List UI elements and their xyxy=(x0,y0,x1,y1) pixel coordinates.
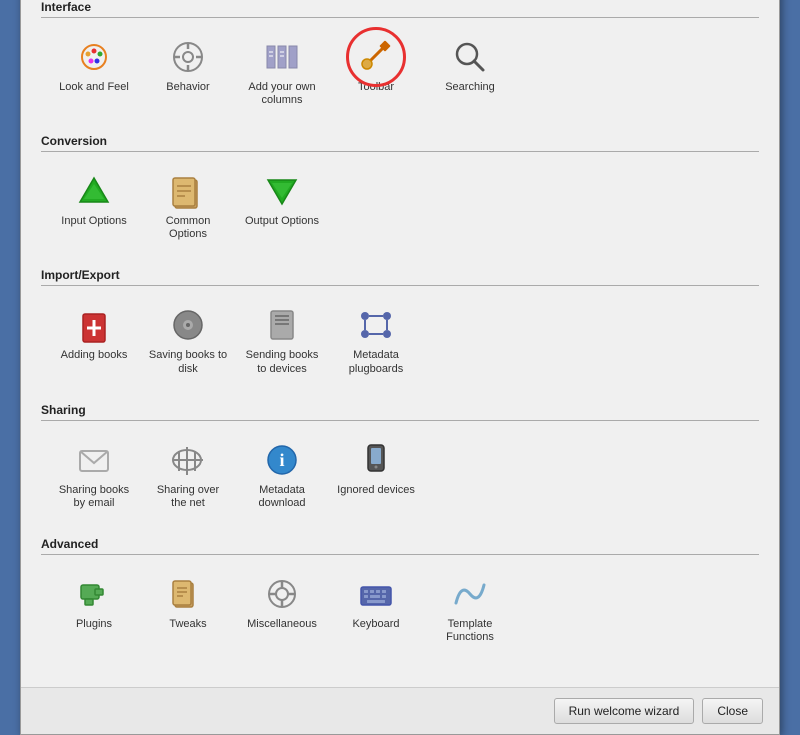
close-button[interactable]: Close xyxy=(702,698,763,724)
pref-icon-adding-books xyxy=(74,305,114,345)
pref-item-template-functions[interactable]: Template Functions xyxy=(425,567,515,651)
section-header-import-export: Import/Export xyxy=(41,268,759,286)
pref-item-input-options[interactable]: Input Options xyxy=(49,164,139,248)
pref-label-behavior: Behavior xyxy=(166,81,209,94)
pref-item-output-options[interactable]: Output Options xyxy=(237,164,327,248)
preferences-window: 📚 calibre - Preferences ? ✕ 📚 Preference… xyxy=(20,0,780,735)
pref-icon-tweaks xyxy=(168,574,208,614)
pref-item-tweaks[interactable]: Tweaks xyxy=(143,567,233,651)
sections-container: Interface Look and Feel Behavior Add your o… xyxy=(41,0,759,655)
section-interface: Interface Look and Feel Behavior Add your o… xyxy=(41,0,759,118)
pref-icon-template-functions xyxy=(450,574,490,614)
pref-icon-miscellaneous xyxy=(262,574,302,614)
pref-item-toolbar[interactable]: Toolbar xyxy=(331,30,421,114)
svg-text:i: i xyxy=(279,450,284,470)
pref-label-ignored-devices: Ignored devices xyxy=(337,484,415,497)
section-header-advanced: Advanced xyxy=(41,537,759,555)
section-sharing: Sharing Sharing books by email Sharing ove… xyxy=(41,403,759,521)
section-items-import-export: Adding books Saving books to disk Sending … xyxy=(41,294,759,386)
pref-label-saving-books-to-disk: Saving books to disk xyxy=(148,349,228,375)
pref-label-plugins: Plugins xyxy=(76,618,112,631)
pref-item-common-options[interactable]: Common Options xyxy=(143,164,233,248)
pref-item-ignored-devices[interactable]: Ignored devices xyxy=(331,433,421,517)
pref-item-plugins[interactable]: Plugins xyxy=(49,567,139,651)
pref-label-look-and-feel: Look and Feel xyxy=(59,81,129,94)
pref-icon-searching xyxy=(450,37,490,77)
pref-item-sharing-books-by-email[interactable]: Sharing books by email xyxy=(49,433,139,517)
section-items-conversion: Input Options Common Options Output Option… xyxy=(41,160,759,252)
pref-label-template-functions: Template Functions xyxy=(430,618,510,644)
pref-item-behavior[interactable]: Behavior xyxy=(143,30,233,114)
pref-item-adding-books[interactable]: Adding books xyxy=(49,298,139,382)
pref-icon-sending-books-to-devices xyxy=(262,305,302,345)
pref-label-adding-books: Adding books xyxy=(61,349,128,362)
pref-item-sharing-over-the-net[interactable]: Sharing over the net xyxy=(143,433,233,517)
pref-item-add-own-columns[interactable]: Add your own columns xyxy=(237,30,327,114)
pref-item-miscellaneous[interactable]: Miscellaneous xyxy=(237,567,327,651)
pref-item-searching[interactable]: Searching xyxy=(425,30,515,114)
pref-icon-saving-books-to-disk xyxy=(168,305,208,345)
pref-icon-keyboard xyxy=(356,574,396,614)
pref-icon-input-options xyxy=(74,171,114,211)
pref-icon-toolbar xyxy=(356,37,396,77)
pref-item-metadata-plugboards[interactable]: Metadata plugboards xyxy=(331,298,421,382)
main-content: 📚 Preferences calibre version 2.29.0 cre… xyxy=(21,0,779,687)
section-items-advanced: Plugins Tweaks Miscellaneous Keyboard Templa… xyxy=(41,563,759,655)
pref-label-add-own-columns: Add your own columns xyxy=(242,81,322,107)
pref-icon-add-own-columns xyxy=(262,37,302,77)
pref-label-metadata-download: Metadata download xyxy=(242,484,322,510)
pref-label-searching: Searching xyxy=(445,81,495,94)
section-header-sharing: Sharing xyxy=(41,403,759,421)
pref-icon-sharing-books-by-email xyxy=(74,440,114,480)
pref-label-tweaks: Tweaks xyxy=(169,618,206,631)
pref-item-metadata-download[interactable]: i Metadata download xyxy=(237,433,327,517)
section-header-conversion: Conversion xyxy=(41,134,759,152)
footer: Run welcome wizard Close xyxy=(21,687,779,734)
pref-icon-look-and-feel xyxy=(74,37,114,77)
pref-item-saving-books-to-disk[interactable]: Saving books to disk xyxy=(143,298,233,382)
pref-label-sending-books-to-devices: Sending books to devices xyxy=(242,349,322,375)
pref-label-toolbar: Toolbar xyxy=(358,81,394,94)
pref-icon-metadata-plugboards xyxy=(356,305,396,345)
pref-item-keyboard[interactable]: Keyboard xyxy=(331,567,421,651)
pref-label-output-options: Output Options xyxy=(245,215,319,228)
section-advanced: Advanced Plugins Tweaks Miscellaneous Keyboa… xyxy=(41,537,759,655)
section-conversion: Conversion Input Options Common Options Out… xyxy=(41,134,759,252)
pref-label-keyboard: Keyboard xyxy=(352,618,399,631)
pref-label-sharing-books-by-email: Sharing books by email xyxy=(54,484,134,510)
pref-icon-common-options xyxy=(168,171,208,211)
pref-label-input-options: Input Options xyxy=(61,215,126,228)
pref-icon-sharing-over-the-net xyxy=(168,440,208,480)
pref-label-metadata-plugboards: Metadata plugboards xyxy=(336,349,416,375)
pref-icon-behavior xyxy=(168,37,208,77)
pref-icon-plugins xyxy=(74,574,114,614)
run-welcome-wizard-button[interactable]: Run welcome wizard xyxy=(554,698,695,724)
section-import-export: Import/Export Adding books Saving books to… xyxy=(41,268,759,386)
pref-icon-metadata-download: i xyxy=(262,440,302,480)
pref-label-sharing-over-the-net: Sharing over the net xyxy=(148,484,228,510)
section-header-interface: Interface xyxy=(41,0,759,18)
section-items-sharing: Sharing books by email Sharing over the n… xyxy=(41,429,759,521)
pref-label-miscellaneous: Miscellaneous xyxy=(247,618,317,631)
pref-item-look-and-feel[interactable]: Look and Feel xyxy=(49,30,139,114)
pref-item-sending-books-to-devices[interactable]: Sending books to devices xyxy=(237,298,327,382)
pref-label-common-options: Common Options xyxy=(148,215,228,241)
section-items-interface: Look and Feel Behavior Add your own column… xyxy=(41,26,759,118)
pref-icon-output-options xyxy=(262,171,302,211)
pref-icon-ignored-devices xyxy=(356,440,396,480)
